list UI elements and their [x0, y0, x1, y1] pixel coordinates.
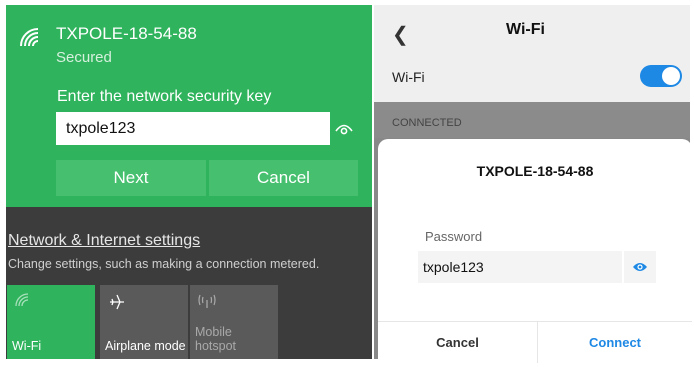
security-key-input[interactable]	[56, 112, 330, 145]
show-password-button[interactable]	[624, 251, 656, 283]
section-divider	[374, 102, 690, 110]
wifi-toggle-switch[interactable]	[640, 65, 682, 87]
network-settings-description: Change settings, such as making a connec…	[8, 257, 320, 271]
password-input[interactable]	[418, 251, 622, 283]
android-header-area	[374, 5, 690, 102]
mobile-hotspot-label: Mobile hotspot	[195, 325, 236, 353]
mobile-hotspot-tile[interactable]: Mobile hotspot	[190, 285, 278, 359]
password-label: Password	[425, 229, 483, 244]
dialog-cancel-button[interactable]: Cancel	[378, 322, 537, 363]
reveal-password-button[interactable]	[330, 112, 358, 145]
wifi-icon	[20, 28, 39, 47]
airplane-mode-tile[interactable]: Airplane mode	[100, 285, 188, 359]
network-settings-link[interactable]: Network & Internet settings	[8, 232, 200, 250]
eye-icon	[335, 124, 353, 134]
airplane-icon	[110, 294, 124, 310]
hotspot-icon	[198, 294, 216, 308]
airplane-mode-label: Airplane mode	[105, 339, 186, 353]
security-key-label: Enter the network security key	[57, 88, 272, 105]
mobile-hotspot-label-line1: Mobile	[195, 325, 232, 339]
back-chevron-icon[interactable]: ❮	[392, 22, 409, 47]
wifi-icon	[15, 293, 29, 307]
network-status: Secured	[56, 49, 112, 66]
network-name: TXPOLE-18-54-88	[56, 24, 197, 43]
dialog-title: TXPOLE-18-54-88	[476, 163, 594, 179]
next-button[interactable]: Next	[56, 160, 206, 196]
wifi-page-title: Wi-Fi	[506, 21, 545, 38]
toggle-knob	[662, 67, 680, 85]
wifi-tile-label: Wi-Fi	[12, 339, 42, 353]
wifi-toggle-label: Wi-Fi	[392, 69, 425, 85]
eye-icon	[633, 263, 647, 271]
cancel-button[interactable]: Cancel	[209, 160, 358, 196]
mobile-hotspot-label-line2: hotspot	[195, 339, 237, 353]
wifi-tile[interactable]: Wi-Fi	[7, 285, 95, 359]
dialog-connect-button[interactable]: Connect	[538, 322, 692, 363]
connected-section-label: CONNECTED	[392, 117, 462, 129]
